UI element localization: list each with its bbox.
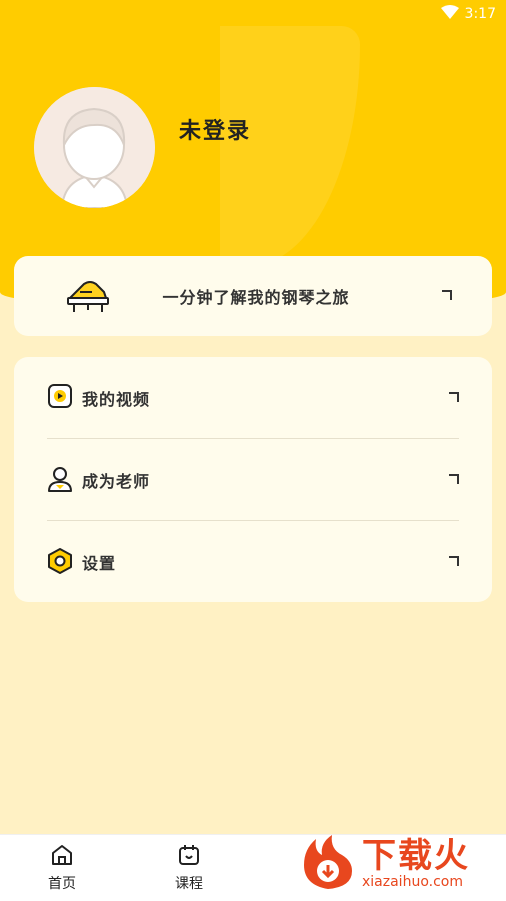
intro-card[interactable]: 一分钟了解我的钢琴之旅 [14, 256, 492, 336]
status-time: 3:17 [464, 6, 496, 22]
tab-courses[interactable]: 课程 [159, 843, 219, 893]
header-decoration [220, 26, 360, 266]
menu-card: 我的视频 成为老师 设置 [14, 357, 492, 602]
menu-item-my-videos[interactable]: 我的视频 [14, 357, 492, 439]
calendar-icon [177, 845, 201, 871]
chevron-right-icon [449, 556, 459, 566]
home-icon [50, 845, 74, 871]
video-icon [47, 383, 73, 413]
settings-icon [47, 547, 73, 579]
tab-label: 课程 [175, 876, 203, 892]
username[interactable]: 未登录 [179, 113, 251, 145]
chevron-right-icon [449, 392, 459, 402]
user-icon [47, 465, 73, 497]
watermark: 下载火 xiazaihuo.com [298, 834, 498, 894]
tab-home[interactable]: 首页 [32, 843, 92, 893]
intro-label: 一分钟了解我的钢琴之旅 [162, 288, 350, 307]
watermark-url: xiazaihuo.com [362, 874, 463, 890]
tab-label: 首页 [48, 876, 76, 892]
menu-item-settings[interactable]: 设置 [14, 521, 492, 603]
flame-logo-icon [298, 833, 358, 895]
piano-icon [66, 278, 110, 318]
avatar[interactable] [34, 87, 155, 208]
menu-item-label: 设置 [82, 554, 117, 573]
menu-item-label: 我的视频 [82, 390, 151, 409]
chevron-right-icon [442, 290, 452, 300]
watermark-title: 下载火 [362, 836, 470, 876]
avatar-illustration [34, 87, 155, 208]
menu-item-label: 成为老师 [82, 472, 151, 491]
menu-item-become-teacher[interactable]: 成为老师 [14, 439, 492, 521]
chevron-right-icon [449, 474, 459, 484]
wifi-icon [440, 5, 459, 23]
status-bar: 3:17 [440, 4, 496, 24]
